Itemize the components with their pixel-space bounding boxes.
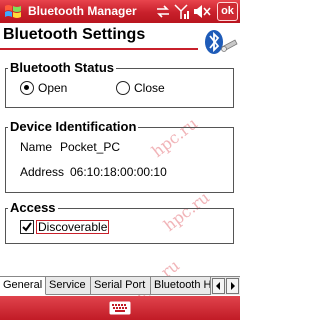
tab-scroll-left-button[interactable] xyxy=(212,278,225,294)
arrow-right-icon xyxy=(231,282,235,290)
window-title: Bluetooth Manager xyxy=(28,4,137,18)
tab-scroll-right-button[interactable] xyxy=(226,278,239,294)
tab-general[interactable]: General xyxy=(0,277,46,295)
bluetooth-icon xyxy=(205,30,238,54)
windows-start-icon[interactable] xyxy=(4,3,22,20)
bluetooth-status-group: Bluetooth Status Open Close xyxy=(5,60,234,108)
checkbox-box[interactable] xyxy=(20,220,34,234)
group-label: Access xyxy=(8,200,58,215)
tab-service[interactable]: Service xyxy=(46,277,91,295)
checkbox-label: Discoverable xyxy=(36,220,110,234)
access-group: Access Discoverable xyxy=(5,200,234,244)
radio-circle[interactable] xyxy=(20,81,34,95)
tab-serial-port[interactable]: Serial Port xyxy=(91,277,151,295)
address-label: Address xyxy=(20,165,65,179)
keyboard-icon[interactable] xyxy=(109,300,131,316)
open-radio[interactable]: Open xyxy=(20,81,67,95)
checkmark-icon xyxy=(22,222,32,232)
title-bar: Bluetooth Manager ok xyxy=(0,0,240,23)
title-divider xyxy=(0,48,198,50)
group-label: Device Identification xyxy=(8,119,139,134)
address-value: 06:10:18:00:00:10 xyxy=(70,165,167,179)
signal-strength-icon[interactable] xyxy=(173,3,189,20)
page-title: Bluetooth Settings xyxy=(3,26,146,43)
radio-label: Open xyxy=(38,81,68,95)
volume-muted-icon[interactable] xyxy=(192,3,212,20)
close-radio[interactable]: Close xyxy=(116,81,165,95)
connectivity-icon[interactable] xyxy=(155,3,171,20)
group-label: Bluetooth Status xyxy=(8,60,116,75)
bottom-bar xyxy=(0,296,240,320)
arrow-left-icon xyxy=(216,282,220,290)
radio-circle[interactable] xyxy=(116,81,130,95)
radio-label: Close xyxy=(134,81,165,95)
discoverable-checkbox[interactable]: Discoverable xyxy=(20,220,110,234)
name-value: Pocket_PC xyxy=(60,140,121,154)
tab-bluetooth-h[interactable]: Bluetooth H xyxy=(151,277,211,295)
device-identification-group: Device Identification Name Pocket_PC Add… xyxy=(5,119,234,193)
name-label: Name xyxy=(20,140,53,154)
ok-button[interactable]: ok xyxy=(217,2,238,21)
tab-bar: General Service Serial Port Bluetooth H xyxy=(0,276,240,295)
